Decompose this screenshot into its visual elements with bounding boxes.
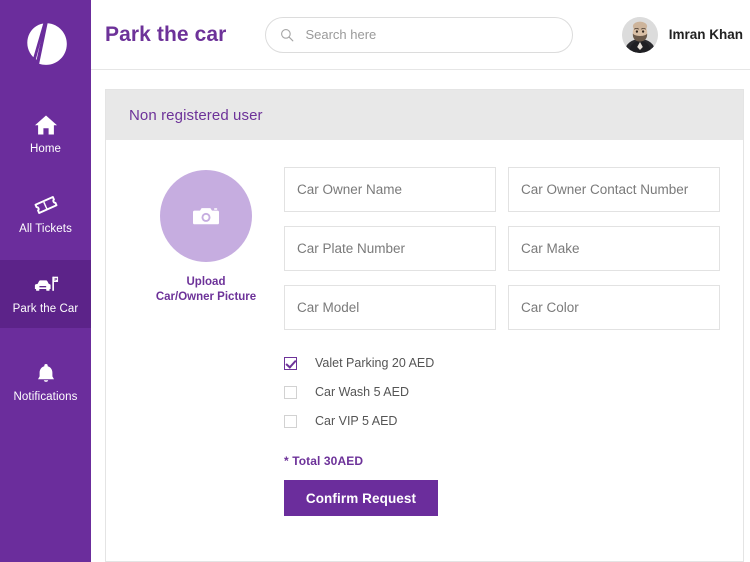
- upload-column: Upload Car/Owner Picture: [129, 167, 283, 561]
- app-root: Home All Tickets P Park the Car Notifica…: [0, 0, 750, 562]
- field-car-owner-name[interactable]: [284, 167, 496, 212]
- search-box[interactable]: [265, 16, 574, 53]
- option-valet-parking[interactable]: Valet Parking 20 AED: [284, 352, 720, 374]
- sidebar-item-all-tickets[interactable]: All Tickets: [0, 180, 91, 248]
- top-bar: Park the car Search here Imran Khan: [91, 0, 750, 70]
- car-parking-icon: P: [34, 276, 58, 291]
- option-label: Valet Parking 20 AED: [315, 356, 435, 370]
- sidebar-item-label: Home: [29, 143, 62, 155]
- option-label: Car VIP 5 AED: [315, 414, 398, 428]
- upload-caption-line1: Upload: [186, 276, 226, 288]
- sidebar-item-label: Park the Car: [12, 303, 79, 315]
- app-logo[interactable]: [0, 0, 91, 88]
- car-vip-checkbox[interactable]: [284, 414, 297, 428]
- card-header: Non registered user: [106, 90, 743, 140]
- non-registered-user-card: Non registered user Upload Car/Owner Pic…: [105, 89, 744, 562]
- total-amount: * Total 30AED: [284, 454, 364, 468]
- card-header-title: Non registered user: [129, 106, 263, 124]
- upload-caption: Upload Car/Owner Picture: [156, 275, 256, 305]
- card-body: Upload Car/Owner Picture Car Owner Name …: [106, 140, 743, 561]
- svg-text:P: P: [54, 277, 57, 282]
- car-owner-contact-number-input[interactable]: [521, 182, 707, 197]
- field-car-make[interactable]: [508, 226, 720, 271]
- content-area: Non registered user Upload Car/Owner Pic…: [91, 70, 750, 562]
- field-car-model[interactable]: [284, 285, 496, 330]
- car-owner-name-input[interactable]: [297, 182, 483, 197]
- field-car-color[interactable]: [508, 285, 720, 330]
- sidebar-item-home[interactable]: Home: [0, 100, 91, 168]
- car-model-input[interactable]: [297, 300, 483, 315]
- option-label: Car Wash 5 AED: [315, 385, 410, 399]
- car-color-input[interactable]: [521, 300, 707, 315]
- valet-parking-checkbox[interactable]: [284, 356, 297, 370]
- service-options: Valet Parking 20 AED Car Wash 5 AED Car …: [284, 352, 720, 432]
- car-plate-number-input[interactable]: [297, 241, 483, 256]
- search-icon: [281, 28, 294, 41]
- v-logo-icon: [26, 22, 67, 65]
- field-car-plate-number[interactable]: [284, 226, 496, 271]
- car-wash-checkbox[interactable]: [284, 385, 297, 399]
- sidebar-item-notifications[interactable]: Notifications: [0, 348, 91, 416]
- avatar: [621, 16, 658, 53]
- car-make-input[interactable]: [521, 241, 707, 256]
- sidebar-item-label: All Tickets: [19, 223, 72, 235]
- field-grid: [284, 167, 720, 330]
- confirm-request-button[interactable]: Confirm Request: [284, 480, 438, 516]
- search-input[interactable]: [305, 27, 559, 42]
- bell-icon: [37, 364, 54, 382]
- main-area: Park the car Search here Imran Khan Non …: [91, 0, 750, 562]
- user-name: Imran Khan: [668, 27, 743, 42]
- user-chip[interactable]: Imran Khan: [621, 16, 743, 53]
- ticket-icon: [34, 196, 57, 214]
- camera-icon: [193, 208, 219, 225]
- page-title: Park the car: [105, 22, 227, 46]
- option-car-vip[interactable]: Car VIP 5 AED: [284, 410, 720, 432]
- sidebar-item-park-the-car[interactable]: P Park the Car: [0, 260, 91, 328]
- upload-caption-line2: Car/Owner Picture: [155, 291, 257, 303]
- upload-picture-button[interactable]: [160, 170, 252, 262]
- field-car-owner-contact-number[interactable]: [508, 167, 720, 212]
- sidebar: Home All Tickets P Park the Car Notifica…: [0, 0, 91, 562]
- sidebar-item-label: Notifications: [13, 391, 78, 403]
- form-column: Valet Parking 20 AED Car Wash 5 AED Car …: [283, 167, 720, 561]
- home-icon: [34, 115, 57, 135]
- option-car-wash[interactable]: Car Wash 5 AED: [284, 381, 720, 403]
